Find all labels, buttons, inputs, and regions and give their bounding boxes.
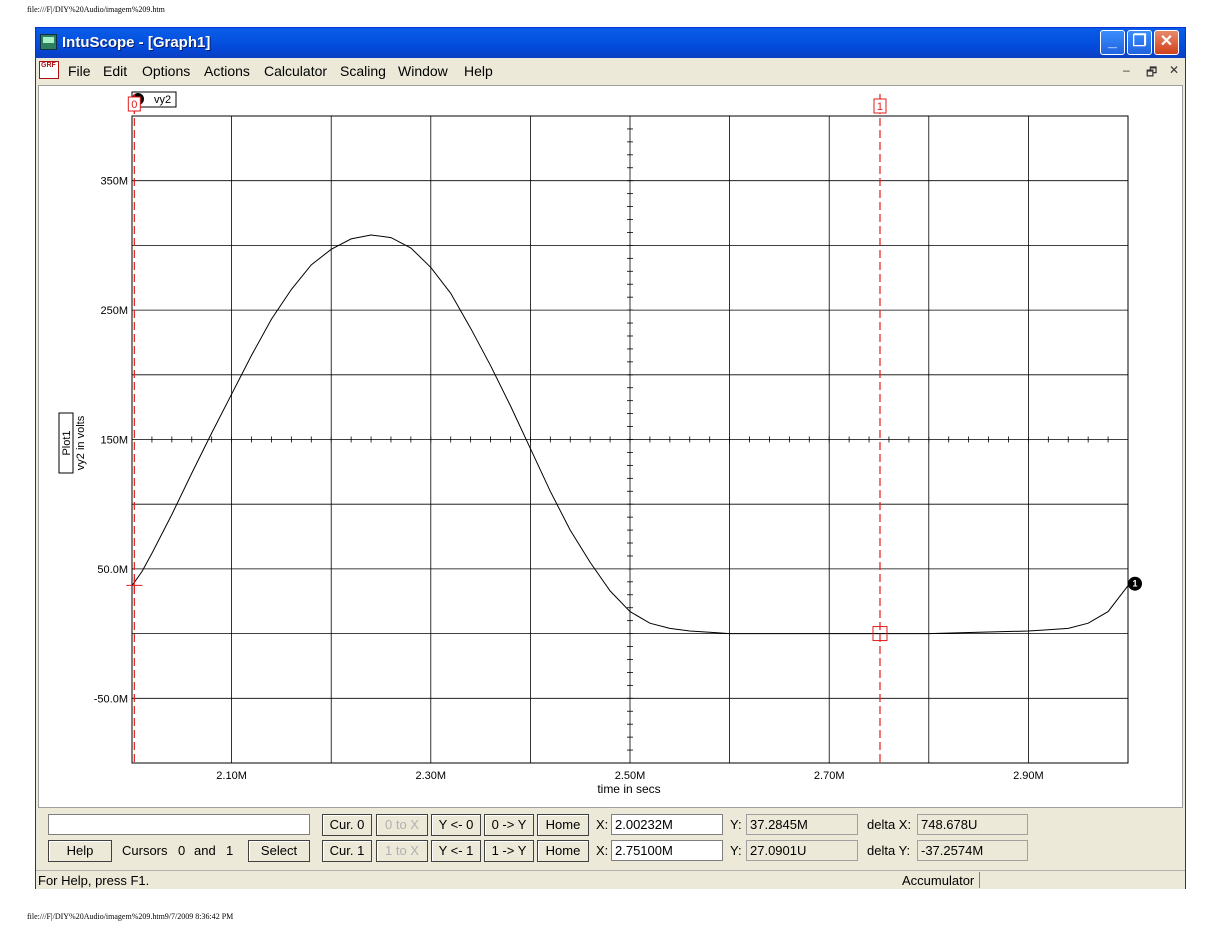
minimize-button[interactable]: _: [1100, 30, 1125, 55]
graph-area[interactable]: 2.10M 2.30M 2.50M 2.70M 2.90M -50.0M 50.0M 150…: [38, 85, 1183, 808]
cursor-0-y-field: 37.2845M: [746, 814, 858, 835]
y-tick-label: 350M: [100, 176, 128, 188]
delta-y-field: -37.2574M: [917, 840, 1028, 861]
status-bar: For Help, press F1. Accumulator: [36, 870, 1185, 889]
print-footer: file:///F|/DIY%20Audio/imagem%209.htm9/7…: [27, 912, 234, 921]
y-tick-labels: -50.0M 50.0M 150M 250M 350M: [94, 176, 128, 706]
menu-help[interactable]: Help: [464, 63, 493, 79]
cursor-0-crosshair: [126, 577, 143, 594]
x-tick-label: 2.50M: [615, 770, 646, 782]
and-label: and: [194, 843, 216, 858]
zero-to-y-button[interactable]: 0 -> Y: [484, 814, 534, 836]
plot-label: Plot1: [61, 430, 73, 455]
title-bar[interactable]: IntuScope - [Graph1] _ ❐ ✕: [36, 28, 1185, 58]
trace-end-marker-label: 1: [1132, 579, 1137, 589]
x-tick-label: 2.90M: [1013, 770, 1044, 782]
delta-x-field: 748.678U: [917, 814, 1028, 835]
status-help-text: For Help, press F1.: [38, 873, 150, 888]
cursor-panel: Help Cursors 0 and 1 Select Cur. 0 Cur. …: [36, 809, 1185, 869]
expression-input[interactable]: [48, 814, 310, 835]
y-axis-label: vy2 in volts: [75, 415, 87, 470]
cursor-1-x-field[interactable]: 2.75100M: [611, 840, 723, 861]
close-button[interactable]: ✕: [1154, 30, 1179, 55]
x-tick-label: 2.10M: [216, 770, 247, 782]
maximize-button[interactable]: ❐: [1127, 30, 1152, 55]
y-from-1-button[interactable]: Y <- 1: [431, 840, 481, 862]
y-tick-label: 150M: [100, 435, 128, 447]
y0-label: Y:: [730, 817, 742, 832]
status-divider: [979, 872, 1185, 888]
menu-options[interactable]: Options: [142, 63, 190, 79]
cursor-b-value[interactable]: 1: [226, 841, 233, 861]
help-button[interactable]: Help: [48, 840, 112, 862]
cursor-a-value[interactable]: 0: [178, 841, 185, 861]
home-button-0[interactable]: Home: [537, 814, 589, 836]
menu-edit[interactable]: Edit: [103, 63, 127, 79]
cursor-1-y-field: 27.0901U: [746, 840, 858, 861]
zero-to-x-button[interactable]: 0 to X: [376, 814, 428, 836]
cursors-label: Cursors: [122, 843, 168, 858]
cursor-0-x-field[interactable]: 2.00232M: [611, 814, 723, 835]
cur0-button[interactable]: Cur. 0: [322, 814, 372, 836]
mdi-restore-button[interactable]: 🗗: [1146, 63, 1157, 84]
y1-label: Y:: [730, 843, 742, 858]
menu-scaling[interactable]: Scaling: [340, 63, 386, 79]
y-tick-label: 250M: [100, 305, 128, 317]
cursor-0-label: 0: [131, 99, 137, 111]
x-tick-label: 2.70M: [814, 770, 845, 782]
y-from-0-button[interactable]: Y <- 0: [431, 814, 481, 836]
x0-label: X:: [596, 817, 609, 832]
app-window: IntuScope - [Graph1] _ ❐ ✕ GRF File Edit…: [35, 27, 1186, 889]
one-to-y-button[interactable]: 1 -> Y: [484, 840, 534, 862]
x-tick-label: 2.30M: [416, 770, 447, 782]
delta-y-label: delta Y:: [867, 843, 911, 858]
legend-label: vy2: [154, 94, 171, 106]
select-button[interactable]: Select: [248, 840, 310, 862]
x-tick-labels: 2.10M 2.30M 2.50M 2.70M 2.90M: [216, 770, 1043, 782]
mdi-minimize-button[interactable]: –: [1123, 63, 1130, 77]
cur1-button[interactable]: Cur. 1: [322, 840, 372, 862]
y-tick-label: 50.0M: [97, 564, 128, 576]
delta-x-label: delta X:: [867, 817, 912, 832]
y-axis-label-box: Plot1 vy2 in volts: [58, 412, 87, 474]
app-icon: [40, 34, 57, 50]
status-accumulator: Accumulator: [902, 873, 975, 888]
mdi-close-button[interactable]: ✕: [1169, 63, 1179, 77]
print-header: file:///F|/DIY%20Audio/imagem%209.htm: [27, 5, 165, 14]
menu-file[interactable]: File: [68, 63, 91, 79]
home-button-1[interactable]: Home: [537, 840, 589, 862]
one-to-x-button[interactable]: 1 to X: [376, 840, 428, 862]
menu-actions[interactable]: Actions: [204, 63, 250, 79]
menu-bar: GRF File Edit Options Actions Calculator…: [36, 58, 1185, 84]
menu-window[interactable]: Window: [398, 63, 448, 79]
document-icon[interactable]: GRF: [39, 61, 59, 79]
x1-label: X:: [596, 843, 609, 858]
menu-calculator[interactable]: Calculator: [264, 63, 327, 79]
x-axis-label: time in secs: [597, 782, 660, 796]
plot-svg[interactable]: 2.10M 2.30M 2.50M 2.70M 2.90M -50.0M 50.0M 150…: [39, 86, 1184, 809]
window-title: IntuScope - [Graph1]: [62, 34, 211, 51]
y-tick-label: -50.0M: [94, 693, 128, 705]
cursor-1-label: 1: [877, 101, 883, 113]
